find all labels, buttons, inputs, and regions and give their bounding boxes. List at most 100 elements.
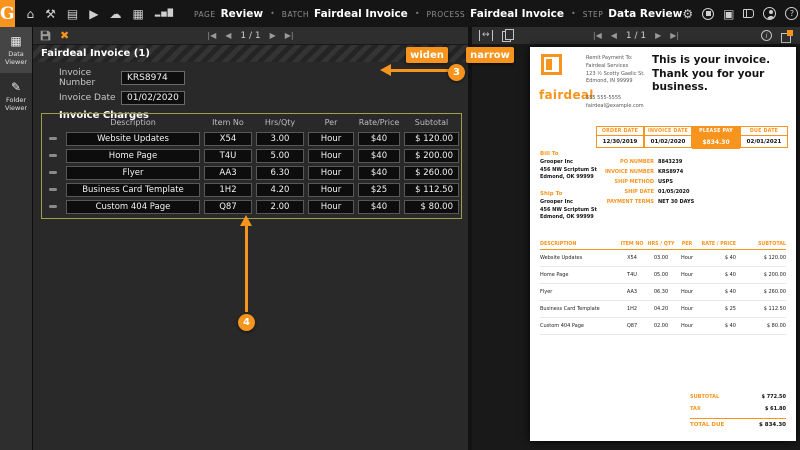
cell-item-no[interactable]: 1H2 [204,182,252,197]
item-description: Flyer [540,289,553,295]
home-icon[interactable]: ⌂ [27,8,35,20]
invoice-number-field[interactable]: KRS8974 [121,71,185,85]
table-row: Custom 404 Page Q87 2.00 Hour $40 $ 80.0… [42,198,461,215]
apps-icon[interactable]: ▦ [133,8,144,20]
info-cell-invoice-date: INVOICE DATE 01/02/2020 [644,126,692,149]
play-icon[interactable]: ▶ [89,8,98,20]
total-value: $ 834.30 [759,422,786,428]
info-icon[interactable]: i [761,30,772,41]
cell-hrs-qty[interactable]: 2.00 [256,199,304,214]
crumb-separator: • [570,9,576,18]
cell-rate[interactable]: $40 [358,131,400,146]
invoice-items-table: DESCRIPTION ITEM NO HRS / QTY PER RATE /… [540,242,786,335]
field-row: Invoice Date 01/02/2020 [59,91,468,105]
annotation-arrow-4-head [240,215,252,226]
stop-icon[interactable] [702,7,715,20]
topbar-left-icons: ⌂ ⚒ ▤ ▶ ☁ ▦ ▂▅█ [27,8,174,20]
book-icon[interactable] [743,9,755,18]
cell-subtotal[interactable]: $ 200.00 [404,148,459,163]
crumb-process: PROCESS Fairdeal Invoice [427,8,564,20]
cell-per[interactable]: Hour [308,148,354,163]
cell-description[interactable]: Business Card Template [66,182,200,197]
sidebar-item-folder-viewer[interactable]: ✎ Folder Viewer [0,73,32,119]
next-page-icon[interactable]: ▶ [655,31,661,40]
prev-page-icon[interactable]: ◀ [225,31,231,40]
meta-label: INVOICE NUMBER [604,169,654,175]
save-icon[interactable] [40,28,51,44]
item-qty: 04.20 [653,306,669,312]
cell-description[interactable]: Flyer [66,165,200,180]
meta-value: KRS8974 [658,169,684,175]
meta-label: SHIP DATE [624,189,654,195]
info-value: 01/02/2020 [644,136,692,148]
prev-page-icon[interactable]: ◀ [611,31,617,40]
first-page-icon[interactable]: |◀ [207,31,216,40]
cell-rate[interactable]: $40 [358,165,400,180]
next-page-icon[interactable]: ▶ [270,31,276,40]
row-handle-icon[interactable] [42,188,64,191]
row-handle-icon[interactable] [42,171,64,174]
last-page-icon[interactable]: ▶| [670,31,679,40]
row-handle-icon[interactable] [42,205,64,208]
sidebar-item-label: Data Viewer [4,50,28,67]
cell-hrs-qty[interactable]: 4.20 [256,182,304,197]
document-page[interactable]: fairdeal Remit Payment To: Fairdeal Serv… [530,47,796,441]
address-line: Edmond, OK 99999 [540,214,594,221]
sidebar-item-data-viewer[interactable]: ▦ Data Viewer [0,27,32,73]
batches-icon[interactable]: ▤ [67,8,78,20]
item-subtotal: $ 200.00 [763,272,786,278]
cell-hrs-qty[interactable]: 6.30 [256,165,304,180]
user-avatar-icon[interactable] [763,7,777,20]
info-cell-due-date: DUE DATE 02/01/2021 [740,126,788,149]
first-page-icon[interactable]: |◀ [593,31,602,40]
cell-per[interactable]: Hour [308,131,354,146]
total-value: $ 772.50 [761,394,786,400]
panel-splitter[interactable] [468,27,472,450]
cell-rate[interactable]: $40 [358,199,400,214]
info-value: 02/01/2021 [740,136,788,148]
cell-description[interactable]: Custom 404 Page [66,199,200,214]
thumbnails-icon[interactable] [501,29,514,42]
grooper-logo[interactable]: G [0,0,15,27]
cell-per[interactable]: Hour [308,182,354,197]
last-page-icon[interactable]: ▶| [285,31,294,40]
fit-width-icon[interactable]: ↔ [479,30,493,41]
document-header[interactable]: Fairdeal Invoice (1) [33,45,468,62]
help-icon[interactable]: ? [785,7,799,20]
cell-per[interactable]: Hour [308,199,354,214]
cancel-icon[interactable]: ✖ [60,30,69,41]
address-line: Grooper Inc [540,199,574,206]
cell-item-no[interactable]: Q87 [204,199,252,214]
cell-per[interactable]: Hour [308,165,354,180]
column-header: Subtotal [414,117,449,127]
remit-line: Fairdeal Services [586,62,629,69]
item-qty: 03.00 [653,255,669,261]
row-handle-icon[interactable] [42,154,64,157]
tasks-icon[interactable]: ⚒ [45,8,56,20]
stats-icon[interactable]: ▂▅█ [155,10,174,17]
invoice-charges-table: Description Item No Hrs/Qty Per Rate/Pri… [41,113,462,219]
layers-icon[interactable] [781,29,793,43]
invoice-date-field[interactable]: 01/02/2020 [121,91,185,105]
cell-hrs-qty[interactable]: 5.00 [256,148,304,163]
cloud-import-icon[interactable]: ☁ [110,8,122,20]
gear-icon[interactable]: ⚙ [682,8,693,20]
cell-subtotal[interactable]: $ 120.00 [404,131,459,146]
cell-rate[interactable]: $40 [358,148,400,163]
cell-item-no[interactable]: AA3 [204,165,252,180]
package-icon[interactable]: ▣ [723,8,734,20]
cell-item-no[interactable]: X54 [204,131,252,146]
cell-description[interactable]: Home Page [66,148,200,163]
row-handle-icon[interactable] [42,137,64,140]
fairdeal-logo-mark [541,54,562,75]
cell-rate[interactable]: $25 [358,182,400,197]
cell-subtotal[interactable]: $ 80.00 [404,199,459,214]
cell-subtotal[interactable]: $ 112.50 [404,182,459,197]
column-header: Hrs/Qty [264,117,296,127]
cell-hrs-qty[interactable]: 3.00 [256,131,304,146]
bill-to-block: Bill To Grooper Inc 456 NW Scriptum St E… [540,150,597,182]
cell-description[interactable]: Website Updates [66,131,200,146]
cell-subtotal[interactable]: $ 260.00 [404,165,459,180]
cell-item-no[interactable]: T4U [204,148,252,163]
meta-label: SHIP METHOD [614,179,654,185]
